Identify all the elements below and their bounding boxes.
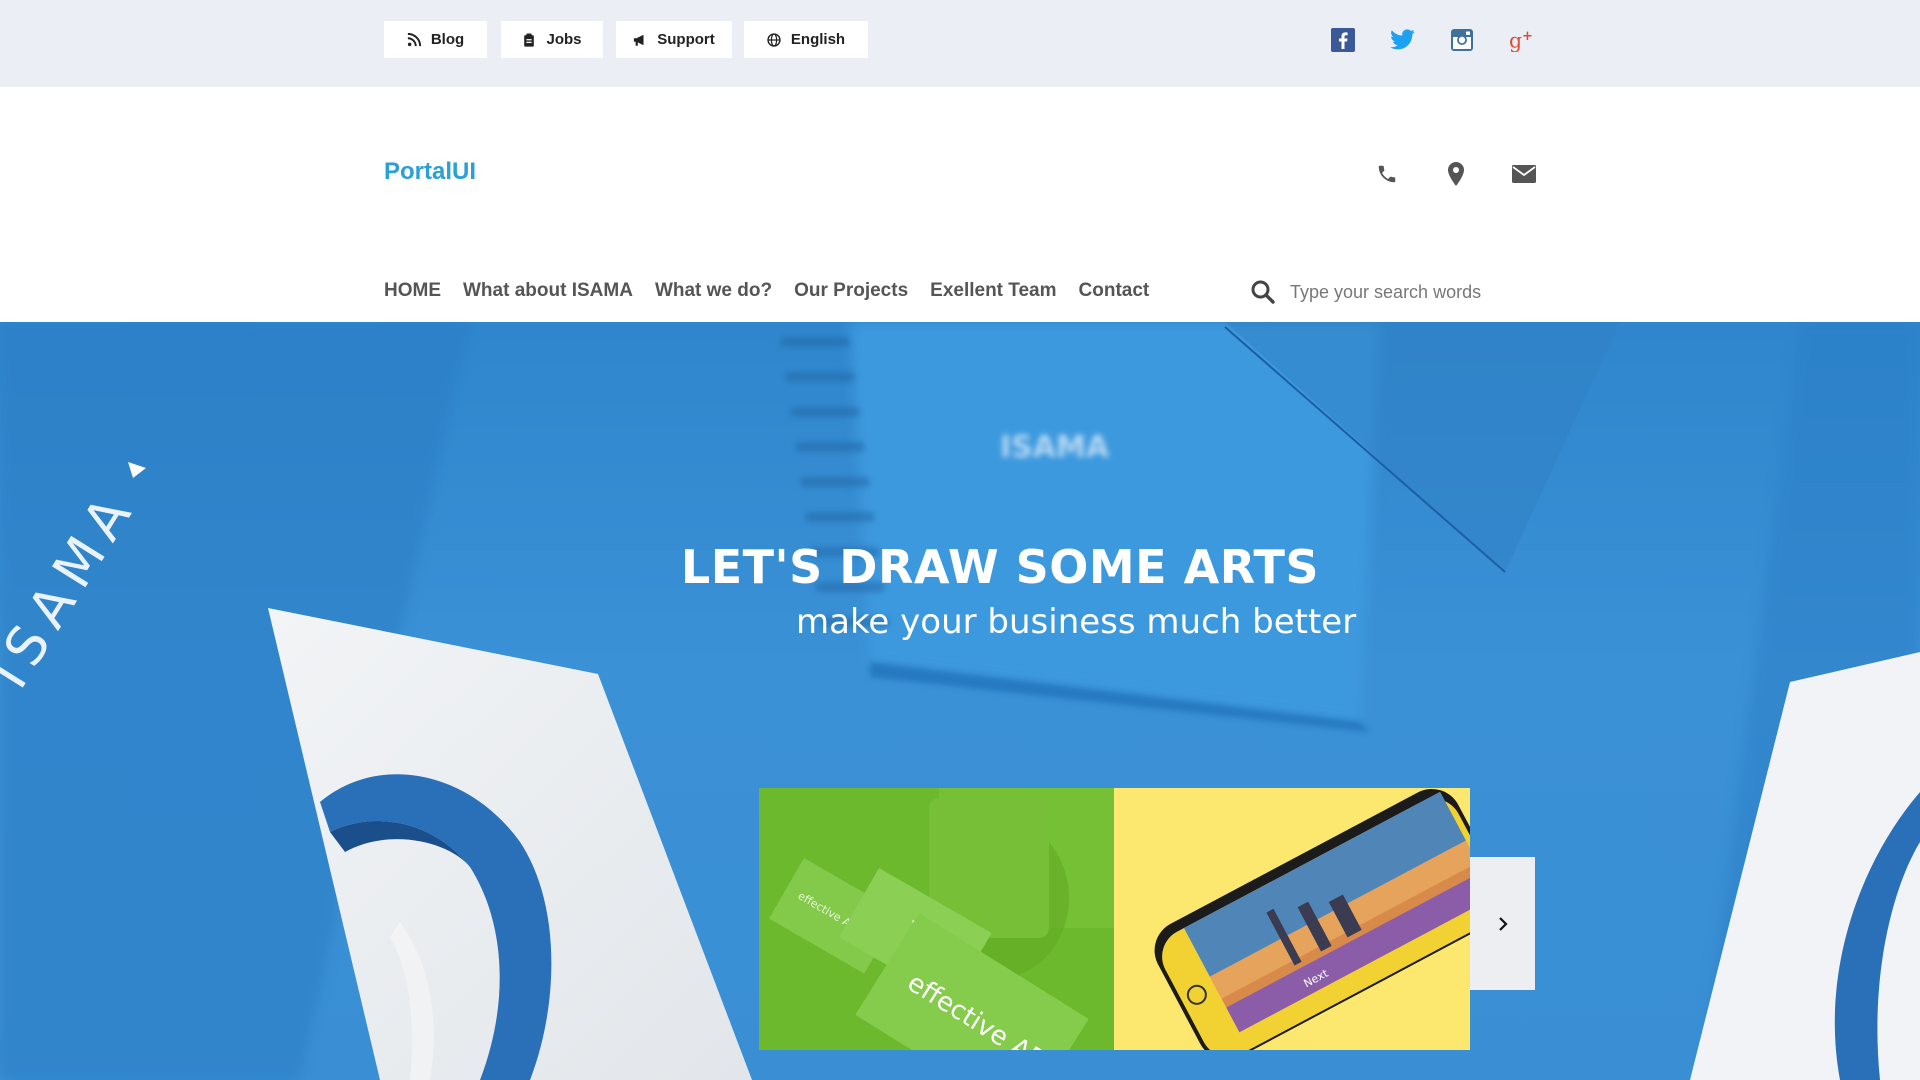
nav-projects[interactable]: Our Projects	[794, 280, 908, 302]
nav-team[interactable]: Exellent Team	[930, 280, 1056, 302]
jobs-label: Jobs	[546, 31, 582, 48]
rss-icon	[407, 32, 421, 46]
instagram-icon	[1451, 29, 1473, 51]
email-button[interactable]	[1510, 160, 1538, 188]
jobs-link[interactable]: Jobs	[501, 21, 603, 58]
support-link[interactable]: Support	[616, 21, 732, 58]
phone-mockup-image: Next	[1114, 788, 1470, 1050]
language-select[interactable]: English	[744, 21, 868, 58]
facebook-icon	[1331, 28, 1355, 52]
project-slide-green-cards[interactable]: effective ART effective ART	[759, 788, 1115, 1050]
search-icon[interactable]	[1250, 279, 1276, 305]
hero-banner: ISAMA ISAMA LET'S DRAW SOME ARTS make yo…	[0, 322, 1920, 1080]
svg-text:+: +	[1522, 29, 1533, 44]
svg-text:g: g	[1509, 28, 1522, 52]
facebook-link[interactable]	[1330, 26, 1356, 54]
google-plus-icon: g +	[1509, 28, 1533, 52]
clipboard-icon	[524, 32, 535, 47]
blog-label: Blog	[430, 31, 465, 48]
hero-title-text: LET'S DRAW SOME ARTS	[680, 540, 1320, 594]
phone-button[interactable]	[1373, 160, 1401, 188]
map-pin-icon	[1448, 162, 1464, 186]
globe-icon	[767, 32, 781, 47]
google-plus-link[interactable]: g +	[1509, 26, 1535, 54]
blog-link[interactable]: Blog	[384, 21, 487, 58]
project-slide-yellow-phone[interactable]: Next	[1114, 788, 1470, 1050]
instagram-link[interactable]	[1449, 26, 1475, 54]
envelope-icon	[1512, 165, 1536, 183]
twitter-icon	[1390, 29, 1415, 50]
site-logo[interactable]: PortalUI	[384, 158, 476, 186]
nav-about[interactable]: What about ISAMA	[463, 280, 633, 302]
main-nav: HOME What about ISAMA What we do? Our Pr…	[384, 280, 1171, 302]
language-label: English	[790, 31, 846, 48]
twitter-link[interactable]	[1390, 26, 1416, 54]
business-cards-image: effective ART effective ART	[759, 788, 1115, 1050]
chevron-right-icon	[1498, 916, 1508, 931]
support-label: Support	[657, 31, 715, 48]
carousel-next-button[interactable]	[1470, 857, 1535, 990]
notebook-brand-text: ISAMA	[1000, 430, 1110, 465]
top-bar: Blog Jobs Support English g +	[0, 0, 1920, 87]
nav-services[interactable]: What we do?	[655, 280, 772, 302]
hero-title: LET'S DRAW SOME ARTS	[0, 540, 1920, 594]
hero-subtitle: make your business much better	[796, 602, 1357, 642]
search-input[interactable]	[1288, 277, 1532, 307]
location-button[interactable]	[1442, 160, 1470, 188]
megaphone-icon	[634, 34, 644, 46]
phone-icon	[1378, 165, 1396, 183]
nav-contact[interactable]: Contact	[1079, 280, 1150, 302]
nav-home[interactable]: HOME	[384, 280, 441, 302]
